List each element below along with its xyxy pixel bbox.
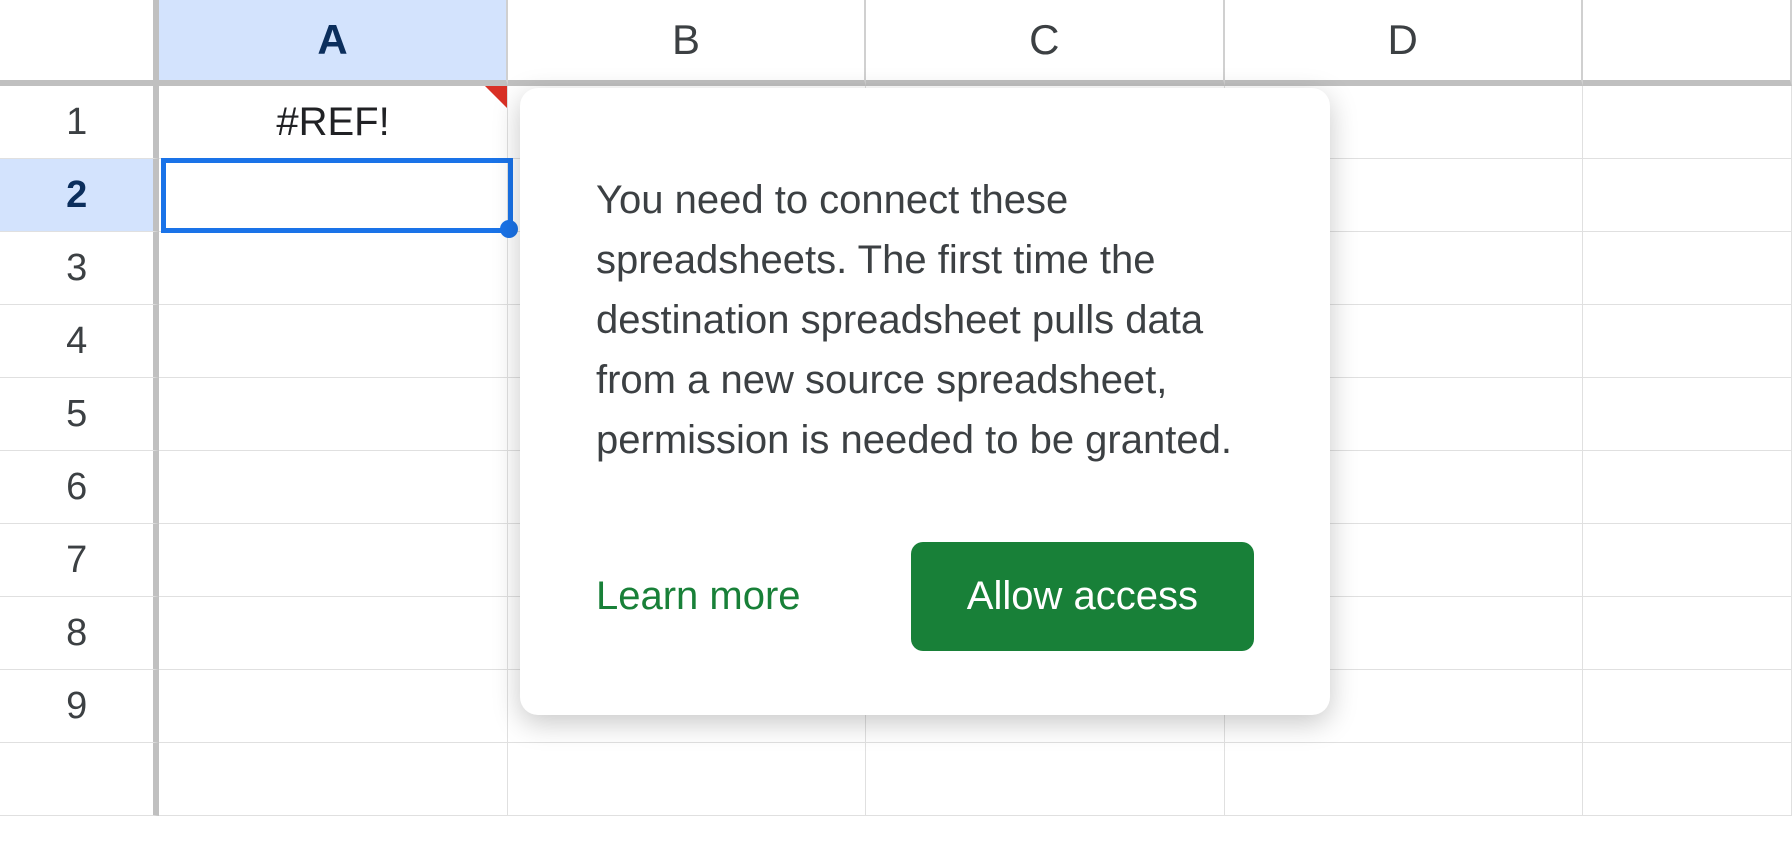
cell-a8[interactable]: [159, 597, 507, 670]
cell-e10[interactable]: [1583, 743, 1792, 816]
cell-a2[interactable]: [159, 159, 507, 232]
row-header-10[interactable]: [0, 743, 159, 816]
cell-a9[interactable]: [159, 670, 507, 743]
error-indicator-icon[interactable]: [485, 86, 507, 108]
cell-e8[interactable]: [1583, 597, 1792, 670]
cell-e6[interactable]: [1583, 451, 1792, 524]
cell-a1[interactable]: #REF!: [159, 86, 507, 159]
cell-a3[interactable]: [159, 232, 507, 305]
cell-a10[interactable]: [159, 743, 507, 816]
cell-e1[interactable]: [1583, 86, 1792, 159]
row-header-9[interactable]: 9: [0, 670, 159, 743]
row-header-3[interactable]: 3: [0, 232, 159, 305]
column-header-d[interactable]: D: [1225, 0, 1583, 86]
row-header-4[interactable]: 4: [0, 305, 159, 378]
column-header-e[interactable]: [1583, 0, 1792, 86]
cell-a1-value: #REF!: [276, 100, 389, 145]
cell-e3[interactable]: [1583, 232, 1792, 305]
column-header-c[interactable]: C: [866, 0, 1224, 86]
row-header-7[interactable]: 7: [0, 524, 159, 597]
popup-actions: Learn more Allow access: [596, 542, 1254, 651]
cell-a7[interactable]: [159, 524, 507, 597]
learn-more-link[interactable]: Learn more: [596, 574, 801, 619]
cell-e5[interactable]: [1583, 378, 1792, 451]
column-header-b[interactable]: B: [508, 0, 866, 86]
cell-e7[interactable]: [1583, 524, 1792, 597]
permission-popup: You need to connect these spreadsheets. …: [520, 88, 1330, 715]
cell-d10[interactable]: [1225, 743, 1583, 816]
row-header-6[interactable]: 6: [0, 451, 159, 524]
popup-message: You need to connect these spreadsheets. …: [596, 170, 1254, 470]
cell-c10[interactable]: [866, 743, 1224, 816]
cell-a5[interactable]: [159, 378, 507, 451]
row-header-2[interactable]: 2: [0, 159, 159, 232]
row-header-8[interactable]: 8: [0, 597, 159, 670]
allow-access-button[interactable]: Allow access: [911, 542, 1254, 651]
row-10: [0, 743, 1792, 816]
cell-e4[interactable]: [1583, 305, 1792, 378]
cell-e9[interactable]: [1583, 670, 1792, 743]
cell-e2[interactable]: [1583, 159, 1792, 232]
cell-a6[interactable]: [159, 451, 507, 524]
column-header-a[interactable]: A: [159, 0, 507, 86]
column-header-row: A B C D: [0, 0, 1792, 86]
select-all-corner[interactable]: [0, 0, 159, 86]
cell-b10[interactable]: [508, 743, 866, 816]
row-header-1[interactable]: 1: [0, 86, 159, 159]
row-header-5[interactable]: 5: [0, 378, 159, 451]
cell-a4[interactable]: [159, 305, 507, 378]
